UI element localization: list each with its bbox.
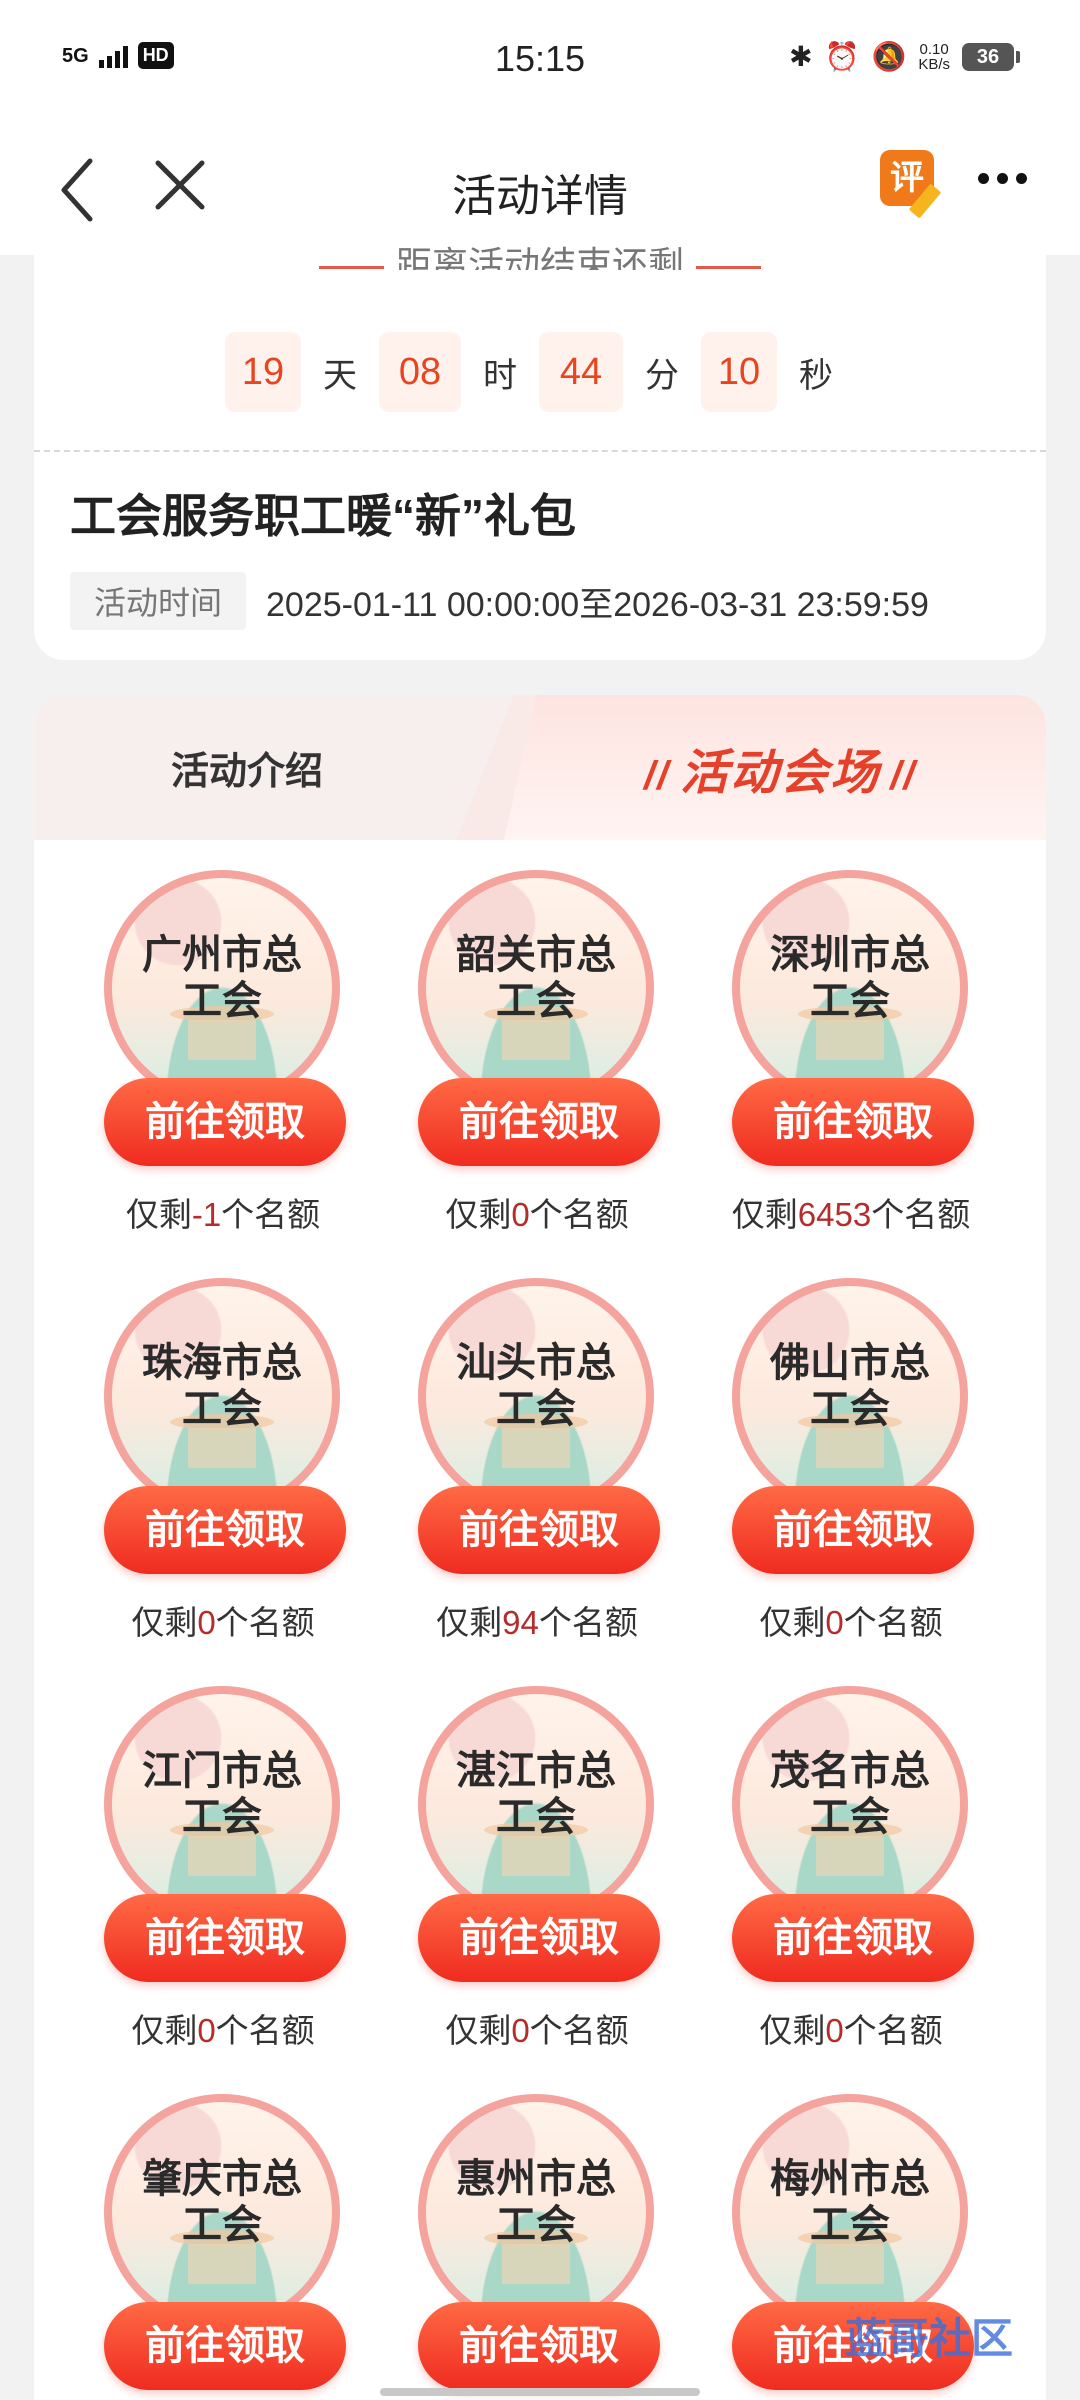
quota-text: 仅剩0个名额 [759,1604,943,1641]
venue-item: 惠州市总 工会 前往领取 [382,2094,662,2400]
nav-bar: 活动详情 评 [0,125,1080,255]
venue-name: 汕头市总 工会 [456,1341,616,1431]
venue-item: 茂名市总 工会 前往领取 仅剩0个名额 [696,1686,976,2066]
venue-name: 惠州市总 工会 [456,2157,616,2247]
venue-name: 韶关市总 工会 [456,933,616,1023]
home-indicator[interactable] [380,2388,700,2396]
hours-unit: 时 [483,356,517,395]
quota-text: 仅剩-1个名额 [125,1196,321,1233]
activity-time-row: 活动时间 2025-01-11 00:00:00至2026-03-31 23:5… [70,572,929,630]
divider [34,450,1046,452]
tab-venue-label[interactable]: //活动会场// [634,733,926,803]
claim-button[interactable]: 前往领取 [418,1078,660,1166]
countdown-hours: 08 [379,332,461,412]
claim-button[interactable]: 前往领取 [418,1894,660,1982]
more-icon[interactable] [978,173,1027,184]
claim-button[interactable]: 前往领取 [104,1078,346,1166]
claim-button[interactable]: 前往领取 [732,1078,974,1166]
claim-button[interactable]: 前往领取 [732,1894,974,1982]
review-icon[interactable]: 评 [880,150,946,219]
venue-name: 湛江市总 工会 [456,1749,616,1839]
countdown-days: 19 [225,332,301,412]
venue-item: 广州市总 工会 前往领取 仅剩-1个名额 [68,870,348,1250]
venue-name: 珠海市总 工会 [142,1341,302,1431]
activity-time-label: 活动时间 [70,572,247,630]
status-right: ✱ ⏰ 🔕 0.10 KB/s 36 [789,40,1020,73]
venue-name: 佛山市总 工会 [770,1341,930,1431]
quota-text: 仅剩6453个名额 [731,1196,971,1233]
tab-intro-label[interactable]: 活动介绍 [171,740,323,795]
activity-title: 工会服务职工暖“新”礼包 [70,490,576,542]
venue-item: 佛山市总 工会 前往领取 仅剩0个名额 [696,1278,976,1658]
venue-name: 江门市总 工会 [142,1749,302,1839]
venue-item: 韶关市总 工会 前往领取 仅剩0个名额 [382,870,662,1250]
watermark-logo: 蓝哥社区 [845,2315,1014,2362]
quota-text: 仅剩0个名额 [445,1196,629,1233]
quota-text: 仅剩0个名额 [131,2012,315,2049]
activity-info-card: 距离活动结束还剩 19 天 08 时 44 分 10 秒 工会服务职工暖“新”礼… [34,240,1046,660]
venue-name: 肇庆市总 工会 [142,2157,302,2247]
days-unit: 天 [323,356,357,395]
alarm-icon: ⏰ [824,41,860,72]
quota-text: 仅剩0个名额 [445,2012,629,2049]
countdown: 19 天 08 时 44 分 10 秒 [34,332,1046,412]
mute-icon: 🔕 [871,41,907,72]
tab-bar: 活动介绍 //活动会场// [34,695,1046,840]
quota-text: 仅剩0个名额 [759,2012,943,2049]
venue-card: 活动介绍 //活动会场// 广州市总 工会 前往领取 仅剩-1个名额 韶关市总 工会… [34,695,1046,2400]
venue-item: 江门市总 工会 前往领取 仅剩0个名额 [68,1686,348,2066]
venue-name: 广州市总 工会 [142,933,302,1023]
venue-item: 湛江市总 工会 前往领取 仅剩0个名额 [382,1686,662,2066]
status-bar: 5G HD 15:15 ✱ ⏰ 🔕 0.10 KB/s 36 [0,0,1080,125]
venue-item: 肇庆市总 工会 前往领取 [68,2094,348,2400]
network-speed: 0.10 KB/s [918,40,950,73]
venue-item: 深圳市总 工会 前往领取 仅剩6453个名额 [696,870,976,1250]
claim-button[interactable]: 前往领取 [418,1486,660,1574]
countdown-minutes: 44 [539,332,623,412]
claim-button[interactable]: 前往领取 [104,2302,346,2390]
venue-item: 珠海市总 工会 前往领取 仅剩0个名额 [68,1278,348,1658]
venue-name: 梅州市总 工会 [770,2157,930,2247]
claim-button[interactable]: 前往领取 [418,2302,660,2390]
claim-button[interactable]: 前往领取 [104,1486,346,1574]
claim-button[interactable]: 前往领取 [732,1486,974,1574]
countdown-seconds: 10 [701,332,777,412]
quota-text: 仅剩94个名额 [436,1604,638,1641]
venue-name: 茂名市总 工会 [770,1749,930,1839]
venue-item: 汕头市总 工会 前往领取 仅剩94个名额 [382,1278,662,1658]
activity-time-value: 2025-01-11 00:00:00至2026-03-31 23:59:59 [266,585,929,624]
minutes-unit: 分 [645,356,679,395]
claim-button[interactable]: 前往领取 [104,1894,346,1982]
seconds-unit: 秒 [799,356,833,395]
battery-icon: 36 [962,42,1020,71]
quota-text: 仅剩0个名额 [131,1604,315,1641]
bluetooth-icon: ✱ [789,41,813,72]
venue-name: 深圳市总 工会 [770,933,930,1023]
countdown-title: 距离活动结束还剩 [34,240,1046,270]
